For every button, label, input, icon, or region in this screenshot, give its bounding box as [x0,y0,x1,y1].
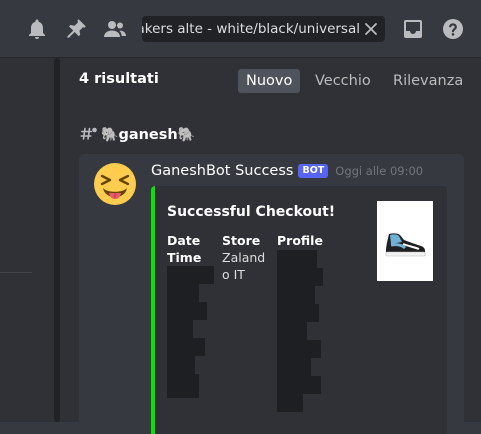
avatar[interactable] [93,162,137,206]
sort-tab-vecchio[interactable]: Vecchio [307,69,379,93]
sort-tab-rilevanza[interactable]: Rilevanza [385,69,471,93]
redacted-block [167,302,207,320]
redacted-block [167,266,214,284]
redacted-block [277,268,323,286]
results-header: 4 risultati Nuovo Vecchio Rilevanza [62,58,481,104]
field-name: Profile [277,233,323,248]
redacted-block [277,286,315,304]
redacted-block [277,358,311,376]
redacted-block [167,284,199,302]
results-count: 4 risultati [79,71,159,87]
redacted-block [277,376,321,394]
sneaker-image[interactable] [377,201,433,281]
sort-tab-nuovo[interactable]: Nuovo [238,69,301,93]
toolbar: Sneakers alte - white/black/universal [0,0,481,58]
elephant-emoji: 🐘 [177,127,196,143]
inbox-icon[interactable] [401,17,425,41]
search-result-message[interactable]: GaneshBot Success BOT Oggi alle 09:00 Su… [79,154,464,434]
message-header: GaneshBot Success BOT Oggi alle 09:00 [151,163,423,179]
help-icon[interactable] [441,17,465,41]
field-profile: Profile [277,232,323,249]
search-input[interactable]: Sneakers alte - white/black/universal [142,16,385,42]
bot-tag: BOT [298,164,329,178]
channel-name: ganesh [118,127,178,143]
username[interactable]: GaneshBot Success [151,163,293,179]
embed-accent-bar [151,186,155,434]
channel-heading[interactable]: 🐘 ganesh 🐘 [80,124,195,146]
divider [0,272,32,273]
redacted-block [277,322,307,340]
embed: Successful Checkout! Date Time Store Zal… [151,186,447,434]
elephant-emoji: 🐘 [101,127,119,143]
field-store: Store Zaland o IT [222,232,265,283]
scrollbar-thumb[interactable] [54,58,60,422]
field-value: Zaland o IT [222,250,266,282]
redacted-block [277,340,321,358]
redacted-block [167,374,199,398]
field-name: Store [222,233,261,248]
chat-area [0,58,52,422]
redacted-block [167,356,195,374]
redacted-block [277,304,319,322]
search-value[interactable]: Sneakers alte - white/black/universal [142,16,360,42]
field-name: Date Time [167,233,202,265]
search-results-panel: 4 risultati Nuovo Vecchio Rilevanza 🐘 ga… [62,58,481,434]
redacted-block [167,320,193,338]
redacted-block [277,250,317,268]
bell-icon[interactable] [25,17,49,41]
pin-icon[interactable] [64,17,88,41]
close-icon[interactable] [363,21,379,37]
scrollbar[interactable] [52,58,62,422]
text-channel-thread-icon [80,126,98,144]
field-date-time: Date Time [167,232,201,266]
redacted-block [277,394,303,412]
timestamp: Oggi alle 09:00 [335,164,424,178]
embed-title: Successful Checkout! [167,204,336,220]
members-icon[interactable] [103,17,127,41]
redacted-block [167,338,205,356]
